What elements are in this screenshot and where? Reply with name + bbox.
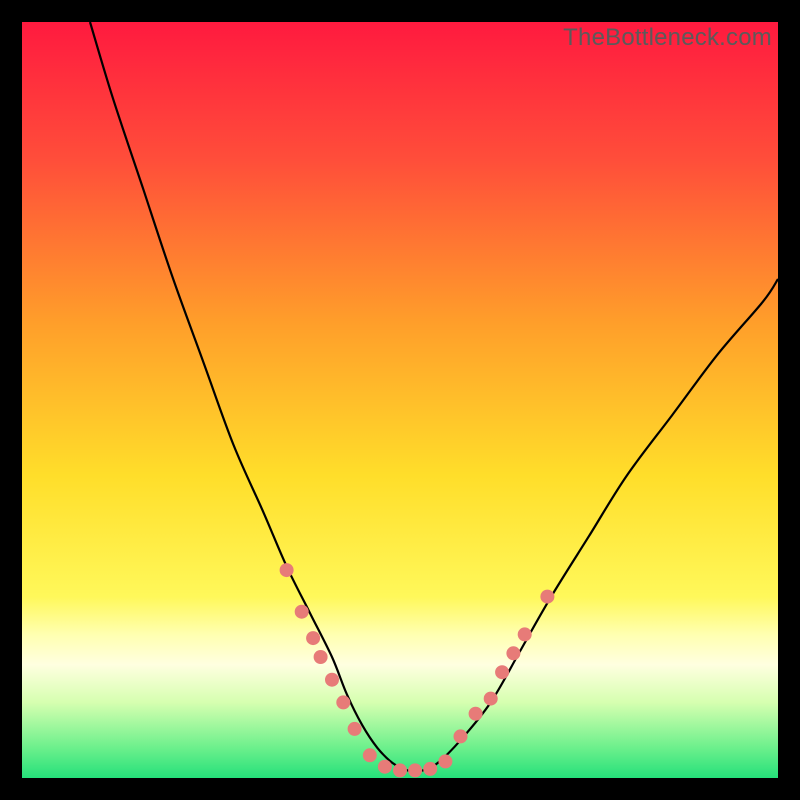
background-gradient bbox=[22, 22, 778, 778]
chart-frame: TheBottleneck.com bbox=[22, 22, 778, 778]
